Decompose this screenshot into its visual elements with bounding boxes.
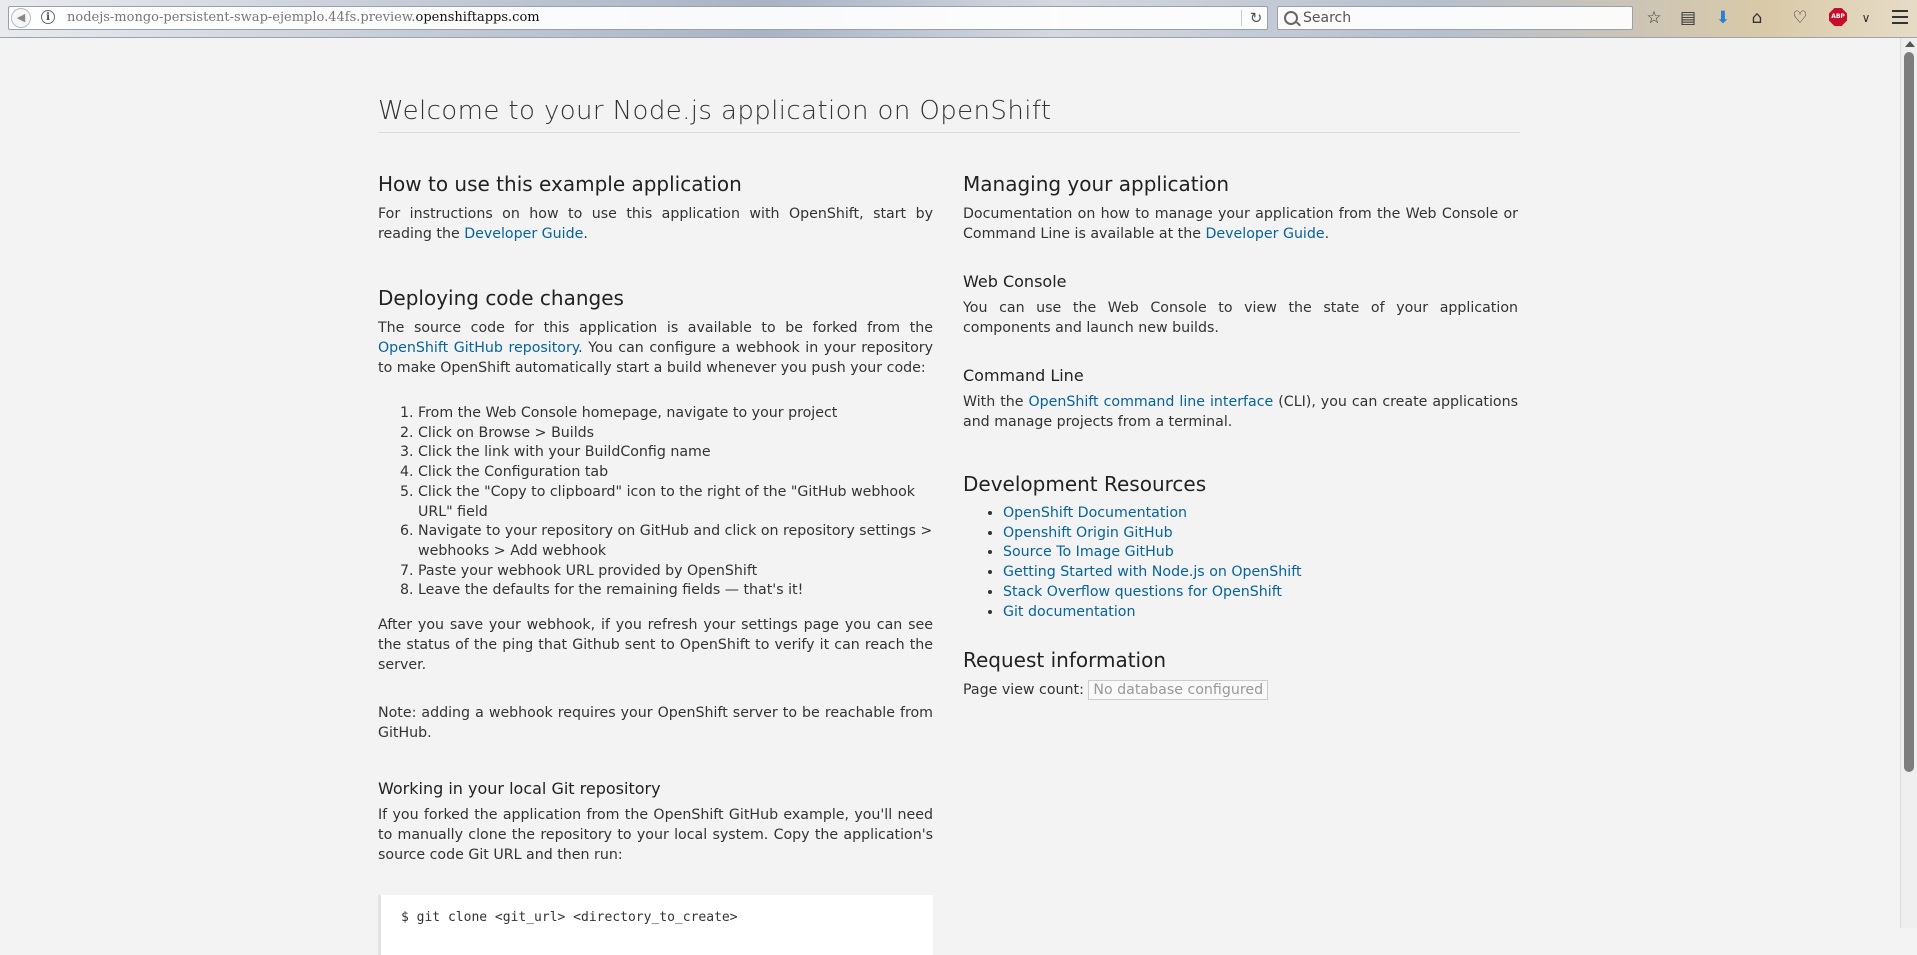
local-git-section: Working in your local Git repository If … bbox=[378, 779, 933, 955]
url-bar[interactable]: ◀ i nodejs-mongo-persistent-swap-ejemplo… bbox=[8, 6, 1268, 30]
list-item: Source To Image GitHub bbox=[1003, 543, 1518, 563]
list-item: Git documentation bbox=[1003, 603, 1518, 623]
howto-text-after: . bbox=[583, 226, 588, 242]
page-content: Welcome to your Node.js application on O… bbox=[378, 38, 1520, 955]
home-icon[interactable]: ⌂ bbox=[1746, 7, 1768, 29]
git-clone-code: $ git clone <git_url> <directory_to_crea… bbox=[378, 895, 933, 955]
deploy-text: The source code for this application is … bbox=[378, 318, 933, 378]
url-text[interactable]: nodejs-mongo-persistent-swap-ejemplo.44f… bbox=[67, 10, 540, 26]
request-info-heading: Request information bbox=[963, 648, 1167, 673]
page-view-count-label: Page view count: bbox=[963, 682, 1084, 699]
howto-heading: How to use this example application bbox=[378, 172, 742, 196]
webhook-steps-list: From the Web Console homepage, navigate … bbox=[378, 404, 933, 601]
github-repository-link[interactable]: OpenShift GitHub repository bbox=[378, 340, 578, 356]
list-item: OpenShift Documentation bbox=[1003, 504, 1518, 524]
after-save-text: After you save your webhook, if you refr… bbox=[378, 617, 933, 674]
search-input[interactable]: Search bbox=[1277, 6, 1633, 30]
origin-github-link[interactable]: Openshift Origin GitHub bbox=[1003, 525, 1173, 541]
info-icon[interactable]: i bbox=[41, 10, 55, 24]
developer-guide-link-2[interactable]: Developer Guide bbox=[1205, 226, 1324, 242]
right-column: Managing your application Documentation … bbox=[963, 172, 1518, 701]
adblock-icon[interactable]: ABP bbox=[1829, 8, 1847, 26]
list-item: From the Web Console homepage, navigate … bbox=[418, 404, 933, 424]
list-item: Navigate to your repository on GitHub an… bbox=[418, 522, 933, 561]
url-host: openshiftapps.com bbox=[415, 10, 540, 25]
command-line-text: With the OpenShift command line interfac… bbox=[963, 392, 1518, 432]
command-line-section: Command Line With the OpenShift command … bbox=[963, 366, 1518, 432]
web-console-heading: Web Console bbox=[963, 272, 1067, 291]
development-resources-heading: Development Resources bbox=[963, 472, 1207, 496]
resources-list: OpenShift Documentation Openshift Origin… bbox=[963, 504, 1518, 622]
page-title: Welcome to your Node.js application on O… bbox=[378, 93, 1520, 133]
reading-list-icon[interactable]: ▤ bbox=[1677, 7, 1699, 29]
deploy-heading: Deploying code changes bbox=[378, 286, 624, 310]
url-path: nodejs-mongo-persistent-swap-ejemplo.44f… bbox=[67, 10, 416, 25]
list-item: Click the "Copy to clipboard" icon to th… bbox=[418, 483, 933, 522]
webhook-note: Note: adding a webhook requires your Ope… bbox=[378, 705, 933, 742]
reload-icon[interactable]: ↻ bbox=[1247, 9, 1265, 27]
download-icon[interactable]: ⬇ bbox=[1712, 7, 1734, 29]
list-item: Click on Browse > Builds bbox=[418, 424, 933, 444]
list-item: Stack Overflow questions for OpenShift bbox=[1003, 583, 1518, 603]
cli-link[interactable]: OpenShift command line interface bbox=[1028, 394, 1273, 410]
nodejs-getting-started-link[interactable]: Getting Started with Node.js on OpenShif… bbox=[1003, 564, 1302, 580]
howto-text-before: For instructions on how to use this appl… bbox=[378, 206, 933, 242]
git-docs-link[interactable]: Git documentation bbox=[1003, 604, 1135, 620]
page-view-count-row: Page view count: No database configured bbox=[963, 680, 1518, 701]
back-icon[interactable]: ◀ bbox=[11, 8, 31, 28]
request-info-section: Request information Page view count: No … bbox=[963, 648, 1518, 701]
deploy-section: Deploying code changes The source code f… bbox=[378, 286, 933, 743]
managing-heading: Managing your application bbox=[963, 172, 1230, 196]
url-divider bbox=[1241, 10, 1242, 26]
search-placeholder: Search bbox=[1303, 10, 1352, 26]
developer-guide-link[interactable]: Developer Guide bbox=[464, 226, 583, 242]
vertical-scrollbar[interactable] bbox=[1900, 38, 1917, 928]
local-git-text: If you forked the application from the O… bbox=[378, 807, 933, 864]
bookmark-star-icon[interactable]: ☆ bbox=[1643, 7, 1665, 29]
page-view-count-value: No database configured bbox=[1088, 680, 1269, 701]
list-item: Openshift Origin GitHub bbox=[1003, 524, 1518, 544]
managing-text-after: . bbox=[1324, 226, 1330, 242]
browser-toolbar: ◀ i nodejs-mongo-persistent-swap-ejemplo… bbox=[0, 0, 1917, 38]
left-column: How to use this example application For … bbox=[378, 172, 933, 955]
howto-section: How to use this example application For … bbox=[378, 172, 933, 244]
search-icon bbox=[1284, 11, 1298, 25]
managing-text: Documentation on how to manage your appl… bbox=[963, 204, 1518, 244]
list-item: Click the link with your BuildConfig nam… bbox=[418, 443, 933, 463]
list-item: Getting Started with Node.js on OpenShif… bbox=[1003, 563, 1518, 583]
deploy-text-before: The source code for this application is … bbox=[378, 320, 933, 336]
s2i-github-link[interactable]: Source To Image GitHub bbox=[1003, 544, 1174, 560]
list-item: Paste your webhook URL provided by OpenS… bbox=[418, 562, 933, 582]
command-line-heading: Command Line bbox=[963, 366, 1084, 385]
howto-text: For instructions on how to use this appl… bbox=[378, 204, 933, 244]
development-resources-section: Development Resources OpenShift Document… bbox=[963, 472, 1518, 622]
local-git-heading: Working in your local Git repository bbox=[378, 779, 661, 799]
scroll-up-arrow-icon[interactable] bbox=[1905, 41, 1915, 47]
openshift-docs-link[interactable]: OpenShift Documentation bbox=[1003, 505, 1187, 521]
web-console-section: Web Console You can use the Web Console … bbox=[963, 272, 1518, 338]
scrollbar-thumb[interactable] bbox=[1904, 52, 1914, 772]
list-item: Leave the defaults for the remaining fie… bbox=[418, 581, 933, 601]
web-console-text: You can use the Web Console to view the … bbox=[963, 300, 1518, 336]
cmdline-text-before: With the bbox=[963, 394, 1029, 410]
stack-overflow-link[interactable]: Stack Overflow questions for OpenShift bbox=[1003, 584, 1282, 600]
list-item: Click the Configuration tab bbox=[418, 463, 933, 483]
managing-section: Managing your application Documentation … bbox=[963, 172, 1518, 244]
pocket-icon[interactable]: ♡ bbox=[1789, 7, 1811, 29]
hamburger-menu-icon[interactable] bbox=[1892, 10, 1908, 24]
chevron-down-icon[interactable]: ∨ bbox=[1855, 7, 1877, 29]
